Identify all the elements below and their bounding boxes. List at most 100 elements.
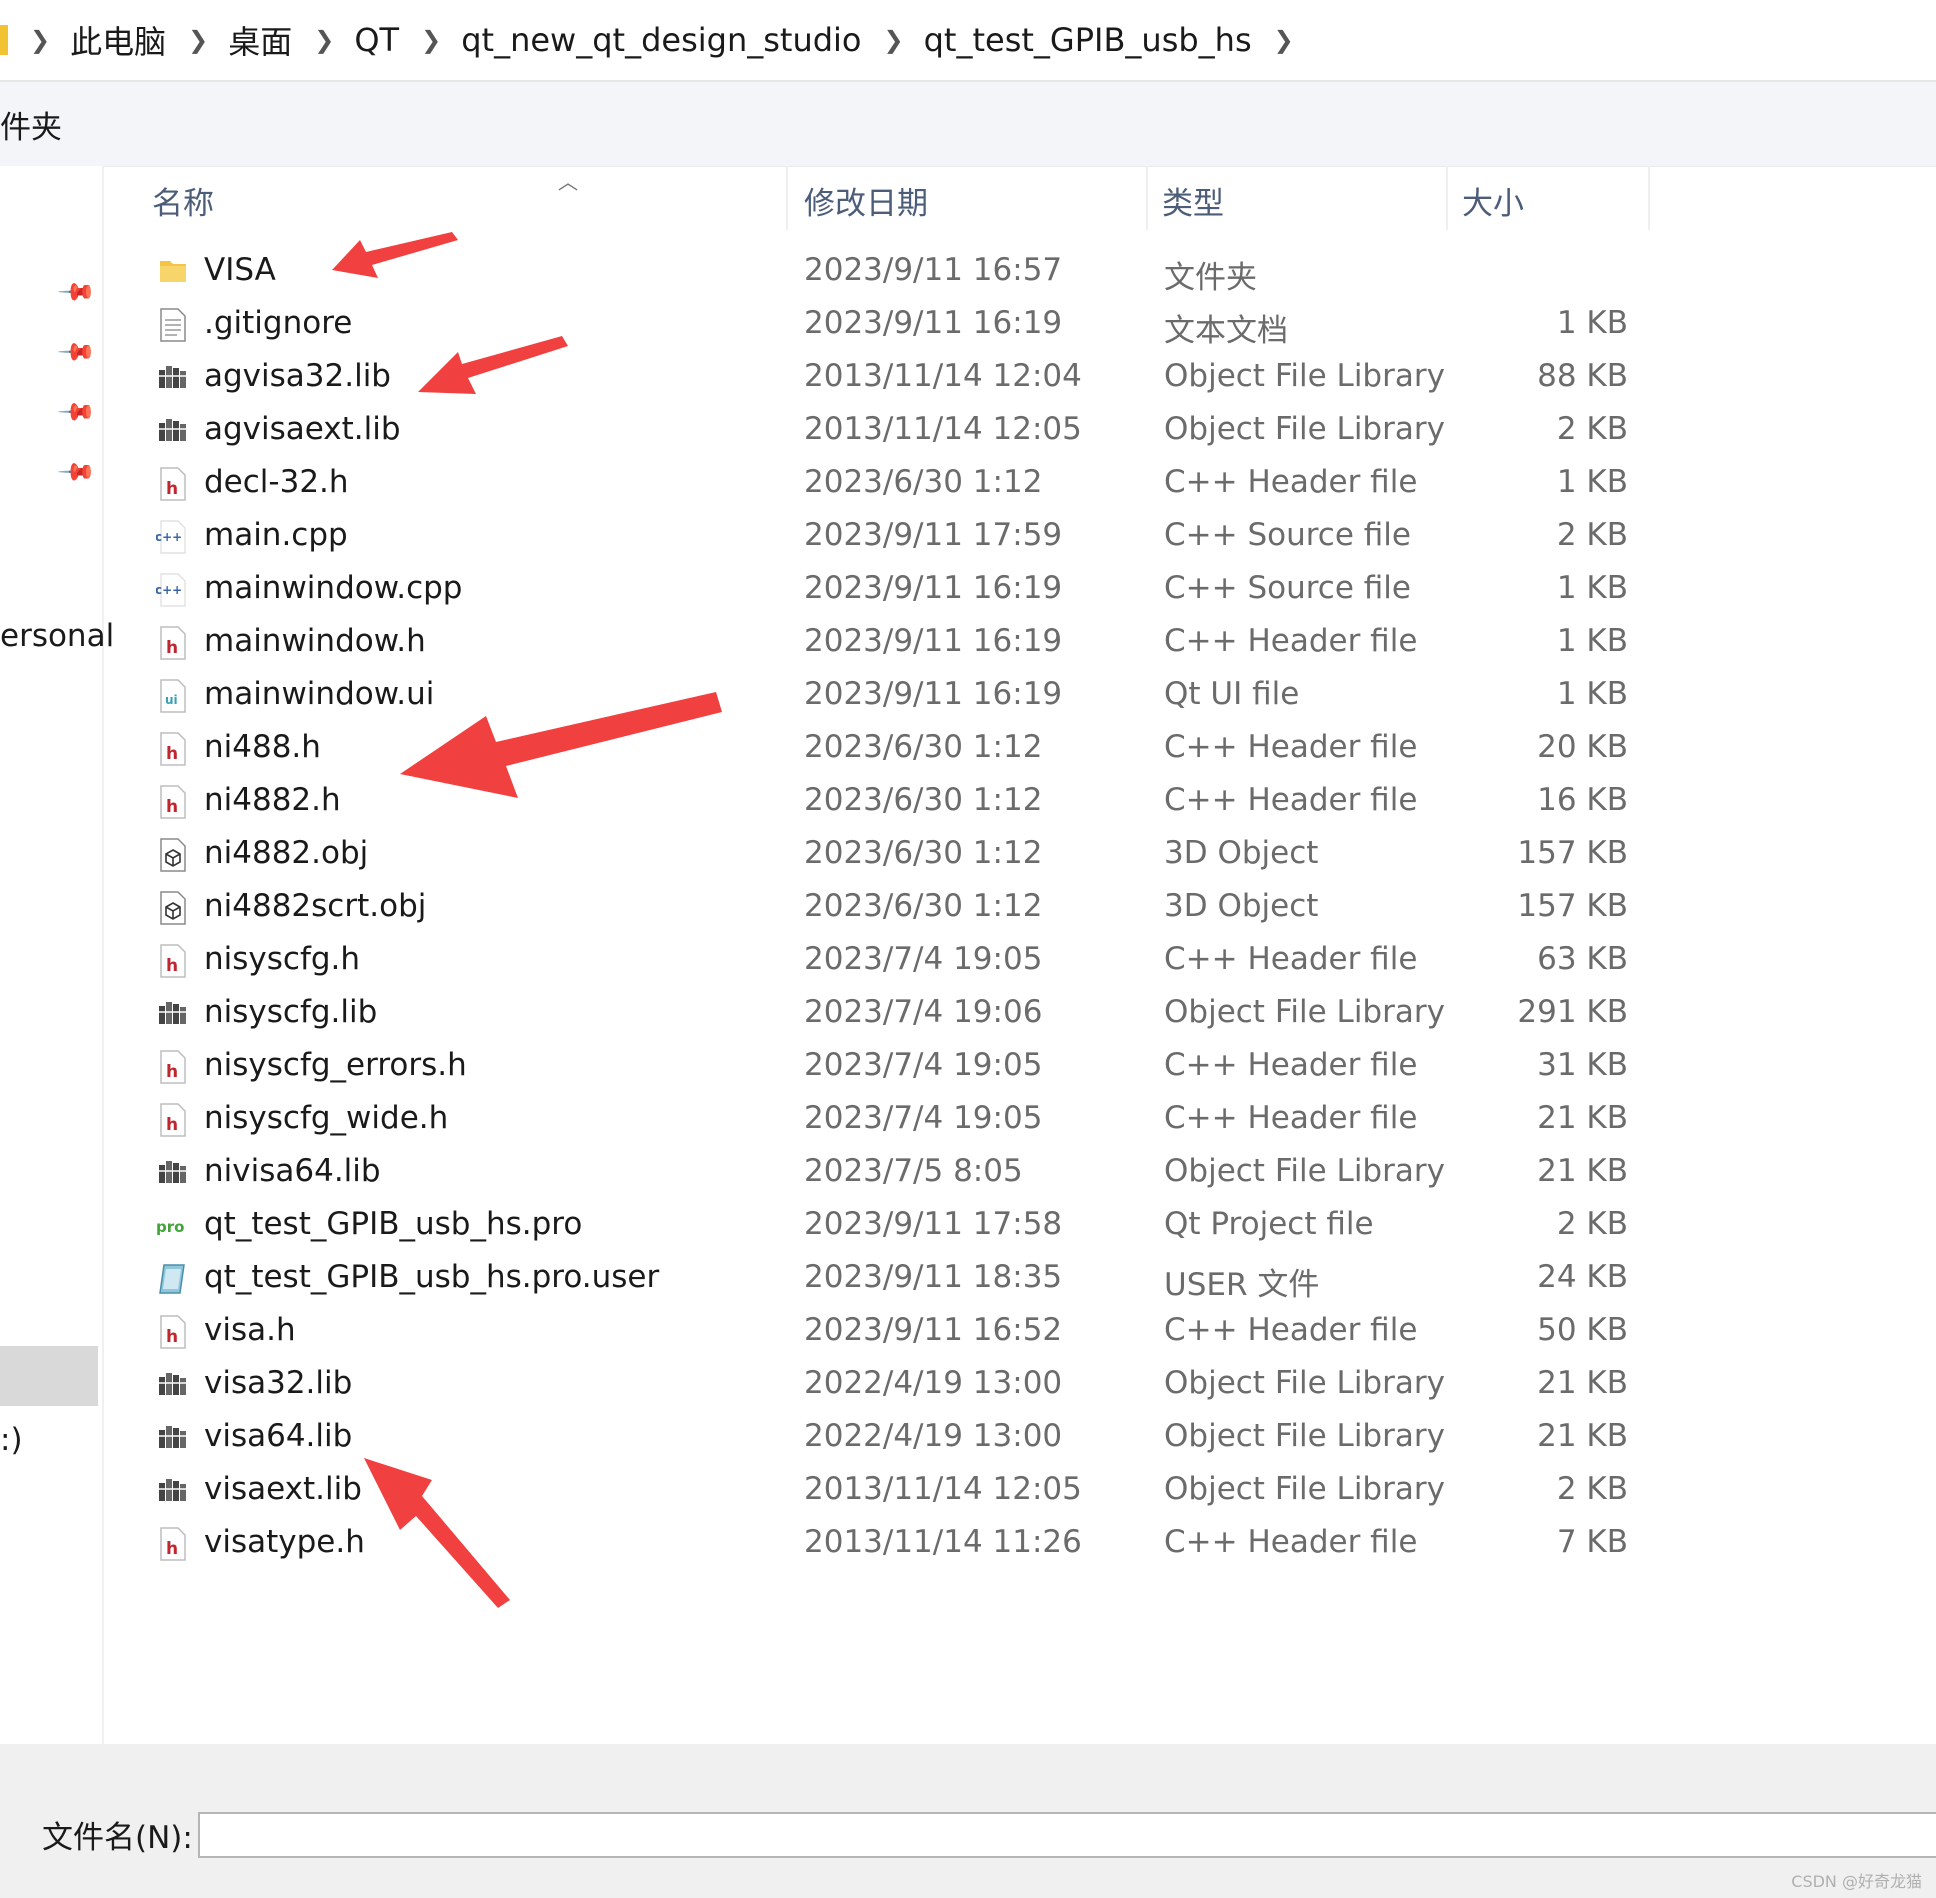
chevron-right-icon[interactable]: ❯ (1274, 26, 1294, 54)
sort-ascending-icon[interactable]: ︿ (558, 166, 578, 195)
file-row[interactable]: h ni4882.h 2023/6/30 1:12 C++ Header file 16… (0, 776, 1936, 829)
address-bar[interactable]: ❯ 此电脑 ❯ 桌面 ❯ QT ❯ qt_new_qt_design_studi… (0, 0, 1936, 82)
header-file-icon: h (156, 1049, 190, 1085)
column-divider[interactable] (1648, 166, 1650, 230)
file-row[interactable]: h nisyscfg.h 2023/7/4 19:05 C++ Header file… (0, 935, 1936, 988)
filename-input[interactable] (198, 1812, 1936, 1858)
file-size: 157 KB (1517, 888, 1628, 924)
new-folder-button[interactable]: 件夹 (0, 102, 62, 147)
file-name[interactable]: ni4882.obj (204, 835, 368, 871)
chevron-right-icon[interactable]: ❯ (421, 26, 441, 54)
file-type: Object File Library (1164, 1418, 1445, 1454)
file-name[interactable]: main.cpp (204, 517, 348, 553)
file-size: 2 KB (1556, 1206, 1628, 1242)
file-date: 2023/7/4 19:06 (804, 994, 1043, 1030)
file-row[interactable]: visaext.lib 2013/11/14 12:05 Object File L… (0, 1465, 1936, 1518)
column-type[interactable]: 类型 (1162, 178, 1224, 230)
file-row[interactable]: c++ mainwindow.cpp 2023/9/11 16:19 C++ Sour… (0, 564, 1936, 617)
chevron-right-icon[interactable]: ❯ (30, 26, 50, 54)
file-row[interactable]: .gitignore 2023/9/11 16:19 文本文档 1 KB (0, 299, 1936, 352)
save-dialog-footer: 文件名(N): CSDN @好奇龙猫 (0, 1744, 1936, 1898)
file-name[interactable]: ni488.h (204, 729, 321, 765)
chevron-right-icon[interactable]: ❯ (188, 26, 208, 54)
filename-label: 文件名(N): (42, 1820, 193, 1856)
header-file-icon: h (156, 731, 190, 767)
file-name[interactable]: nisyscfg_wide.h (204, 1100, 448, 1136)
file-row[interactable]: h nisyscfg_wide.h 2023/7/4 19:05 C++ Header… (0, 1094, 1936, 1147)
file-name[interactable]: visa32.lib (204, 1365, 352, 1401)
column-divider[interactable] (1146, 166, 1148, 230)
chevron-right-icon[interactable]: ❯ (314, 26, 334, 54)
file-name[interactable]: visatype.h (204, 1524, 365, 1560)
file-row[interactable]: h decl-32.h 2023/6/30 1:12 C++ Header file 1… (0, 458, 1936, 511)
file-row[interactable]: nivisa64.lib 2023/7/5 8:05 Object File Lib… (0, 1147, 1936, 1200)
file-date: 2023/9/11 16:57 (804, 252, 1063, 288)
file-row[interactable]: h nisyscfg_errors.h 2023/7/4 19:05 C++ Head… (0, 1041, 1936, 1094)
file-size: 1 KB (1556, 305, 1628, 341)
file-row[interactable]: h visatype.h 2013/11/14 11:26 C++ Header fi… (0, 1518, 1936, 1571)
text-file-icon (156, 307, 190, 343)
svg-text:ui: ui (165, 693, 178, 707)
file-name[interactable]: nisyscfg.h (204, 941, 360, 977)
column-date[interactable]: 修改日期 (804, 178, 928, 230)
file-row[interactable]: h ni488.h 2023/6/30 1:12 C++ Header file 20 … (0, 723, 1936, 776)
file-name[interactable]: .gitignore (204, 305, 352, 341)
file-row[interactable]: h mainwindow.h 2023/9/11 16:19 C++ Header f… (0, 617, 1936, 670)
file-name[interactable]: agvisaext.lib (204, 411, 401, 447)
file-name[interactable]: ni4882.h (204, 782, 341, 818)
column-name[interactable]: 名称 (152, 178, 214, 230)
file-name[interactable]: qt_test_GPIB_usb_hs.pro (204, 1206, 582, 1242)
breadcrumb-this-pc[interactable]: 此电脑 (70, 17, 166, 63)
file-type: C++ Source file (1164, 570, 1411, 606)
svg-text:h: h (166, 744, 178, 764)
file-row[interactable]: visa32.lib 2022/4/19 13:00 Object File Lib… (0, 1359, 1936, 1412)
file-row[interactable]: visa64.lib 2022/4/19 13:00 Object File Lib… (0, 1412, 1936, 1465)
file-row[interactable]: ui mainwindow.ui 2023/9/11 16:19 Qt UI file… (0, 670, 1936, 723)
file-name[interactable]: mainwindow.h (204, 623, 426, 659)
file-row[interactable]: c++ main.cpp 2023/9/11 17:59 C++ Source fil… (0, 511, 1936, 564)
file-row[interactable]: qt_test_GPIB_usb_hs.pro.user 2023/9/11 18… (0, 1253, 1936, 1306)
file-name[interactable]: decl-32.h (204, 464, 349, 500)
file-row[interactable]: nisyscfg.lib 2023/7/4 19:06 Object File Li… (0, 988, 1936, 1041)
file-name[interactable]: ni4882scrt.obj (204, 888, 426, 924)
file-row[interactable]: VISA 2023/9/11 16:57 文件夹 (0, 246, 1936, 299)
file-name[interactable]: VISA (204, 252, 276, 288)
file-row[interactable]: ni4882.obj 2023/6/30 1:12 3D Object 157 KB (0, 829, 1936, 882)
library-icon (156, 360, 190, 396)
file-date: 2023/6/30 1:12 (804, 782, 1043, 818)
column-divider[interactable] (1446, 166, 1448, 230)
file-name[interactable]: qt_test_GPIB_usb_hs.pro.user (204, 1259, 659, 1295)
watermark: CSDN @好奇龙猫 (1791, 1872, 1922, 1891)
file-type: Object File Library (1164, 1365, 1445, 1401)
file-row[interactable]: h visa.h 2023/9/11 16:52 C++ Header file 50 … (0, 1306, 1936, 1359)
file-name[interactable]: visa64.lib (204, 1418, 352, 1454)
breadcrumb-current-folder[interactable]: qt_test_GPIB_usb_hs (924, 21, 1252, 59)
file-type: Qt Project file (1164, 1206, 1374, 1242)
file-name[interactable]: nisyscfg.lib (204, 994, 377, 1030)
column-size[interactable]: 大小 (1462, 178, 1524, 230)
svg-text:pro: pro (156, 1218, 184, 1236)
file-name[interactable]: mainwindow.ui (204, 676, 434, 712)
file-size: 1 KB (1556, 676, 1628, 712)
file-row[interactable]: ni4882scrt.obj 2023/6/30 1:12 3D Object 157… (0, 882, 1936, 935)
file-size: 7 KB (1556, 1524, 1628, 1560)
file-date: 2023/6/30 1:12 (804, 729, 1043, 765)
file-name[interactable]: visa.h (204, 1312, 296, 1348)
file-name[interactable]: visaext.lib (204, 1471, 362, 1507)
file-row[interactable]: agvisaext.lib 2013/11/14 12:05 Object File… (0, 405, 1936, 458)
column-divider[interactable] (786, 166, 788, 230)
breadcrumb-qt[interactable]: QT (354, 21, 399, 59)
file-name[interactable]: nivisa64.lib (204, 1153, 381, 1189)
file-row[interactable]: agvisa32.lib 2013/11/14 12:04 Object File … (0, 352, 1936, 405)
breadcrumb-desktop[interactable]: 桌面 (228, 17, 292, 63)
file-row[interactable]: pro qt_test_GPIB_usb_hs.pro 2023/9/11 17:5… (0, 1200, 1936, 1253)
file-size: 1 KB (1556, 464, 1628, 500)
header-file-icon: h (156, 1526, 190, 1562)
file-name[interactable]: mainwindow.cpp (204, 570, 462, 606)
file-name[interactable]: agvisa32.lib (204, 358, 391, 394)
breadcrumb-design-studio[interactable]: qt_new_qt_design_studio (461, 21, 861, 59)
file-name[interactable]: nisyscfg_errors.h (204, 1047, 467, 1083)
chevron-right-icon[interactable]: ❯ (884, 26, 904, 54)
file-type: Object File Library (1164, 1153, 1445, 1189)
file-size: 31 KB (1537, 1047, 1628, 1083)
